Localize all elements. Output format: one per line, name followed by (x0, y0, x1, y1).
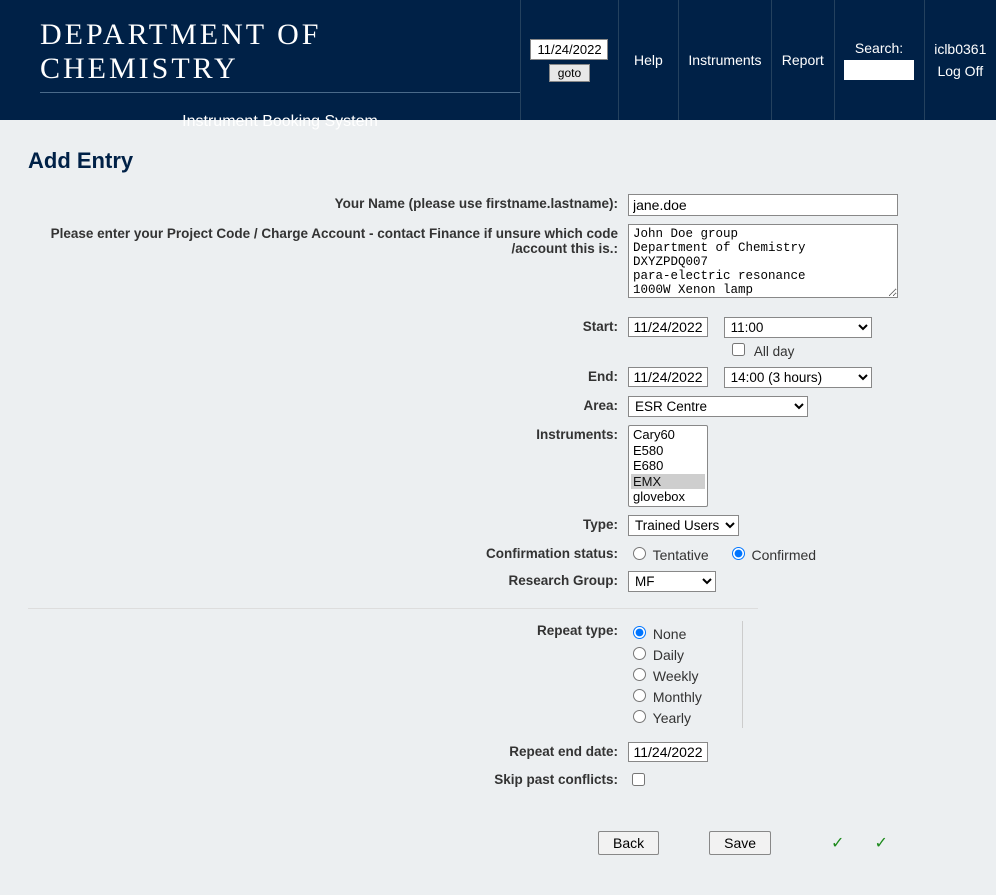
end-date-input[interactable] (628, 367, 708, 387)
repeat-radio[interactable] (633, 689, 646, 702)
confirmed-option[interactable]: Confirmed (727, 547, 816, 563)
user-link[interactable]: iclb0361 (934, 38, 986, 60)
repeat-option[interactable]: Weekly (628, 665, 702, 684)
start-date-input[interactable] (628, 317, 708, 337)
report-cell[interactable]: Report (771, 0, 833, 120)
instrument-option[interactable]: E680 (631, 458, 705, 474)
instrument-option[interactable]: E580 (631, 443, 705, 459)
divider (28, 608, 758, 609)
check-icon: ✓ (874, 833, 887, 853)
dept-name: DEPARTMENT OF CHEMISTRY (40, 18, 520, 93)
search-cell: Search: (834, 0, 924, 120)
instruments-select[interactable]: Cary60E580E680EMXglovebox (628, 425, 708, 507)
start-time-select[interactable]: 11:00 (724, 317, 872, 338)
repeat-options: None Daily Weekly Monthly Yearly (628, 621, 743, 728)
type-select[interactable]: Trained Users (628, 515, 739, 536)
instruments-label: Instruments: (28, 423, 628, 446)
main-header: DEPARTMENT OF CHEMISTRY Instrument Booki… (0, 0, 996, 120)
rg-select[interactable]: MF (628, 571, 716, 592)
allday-label: All day (754, 344, 795, 359)
report-link[interactable]: Report (782, 52, 824, 68)
start-label: Start: (28, 315, 628, 338)
name-input[interactable] (628, 194, 898, 216)
header-date-input[interactable] (530, 39, 608, 60)
end-time-select[interactable]: 14:00 (3 hours) (724, 367, 872, 388)
project-label: Please enter your Project Code / Charge … (28, 222, 628, 260)
type-label: Type: (28, 513, 628, 536)
repeat-option[interactable]: None (628, 623, 702, 642)
header-title-block: DEPARTMENT OF CHEMISTRY Instrument Booki… (0, 0, 520, 120)
repeat-option[interactable]: Yearly (628, 707, 702, 726)
repeat-radio[interactable] (633, 710, 646, 723)
repeat-end-input[interactable] (628, 742, 708, 762)
instrument-option[interactable]: Cary60 (631, 427, 705, 443)
repeat-end-label: Repeat end date: (28, 740, 628, 763)
content-area: Add Entry Your Name (please use firstnam… (0, 120, 996, 895)
help-link[interactable]: Help (634, 52, 663, 68)
area-select[interactable]: ESR Centre (628, 396, 808, 417)
page-title: Add Entry (28, 148, 968, 174)
repeat-radio[interactable] (633, 668, 646, 681)
confirmed-radio[interactable] (732, 547, 745, 560)
confirm-label: Confirmation status: (28, 542, 628, 565)
buttons-row: Back Save ✓ ✓ (28, 831, 968, 855)
search-input[interactable] (844, 60, 914, 80)
repeat-label: Repeat type: (28, 619, 628, 642)
repeat-option[interactable]: Daily (628, 644, 702, 663)
instruments-cell[interactable]: Instruments (678, 0, 771, 120)
logoff-link[interactable]: Log Off (937, 60, 983, 82)
instrument-option[interactable]: glovebox (631, 489, 705, 505)
name-label: Your Name (please use firstname.lastname… (28, 192, 628, 215)
instruments-link[interactable]: Instruments (688, 52, 761, 68)
allday-checkbox[interactable] (732, 343, 745, 356)
check-icon: ✓ (831, 833, 844, 853)
help-cell[interactable]: Help (618, 0, 678, 120)
instrument-option[interactable]: EMX (631, 474, 705, 490)
goto-button[interactable]: goto (549, 64, 590, 82)
date-goto-cell: goto (520, 0, 618, 120)
project-textarea[interactable] (628, 224, 898, 298)
repeat-option[interactable]: Monthly (628, 686, 702, 705)
skip-checkbox[interactable] (632, 773, 645, 786)
repeat-radio[interactable] (633, 647, 646, 660)
end-label: End: (28, 365, 628, 388)
rg-label: Research Group: (28, 569, 628, 592)
tentative-option[interactable]: Tentative (628, 547, 709, 563)
app-subtitle: Instrument Booking System (40, 113, 520, 131)
save-button[interactable]: Save (709, 831, 771, 855)
tentative-radio[interactable] (633, 547, 646, 560)
back-button[interactable]: Back (598, 831, 659, 855)
skip-label: Skip past conflicts: (28, 768, 628, 791)
search-label: Search: (855, 40, 903, 56)
area-label: Area: (28, 394, 628, 417)
repeat-radio[interactable] (633, 626, 646, 639)
user-cell: iclb0361 Log Off (924, 0, 996, 120)
